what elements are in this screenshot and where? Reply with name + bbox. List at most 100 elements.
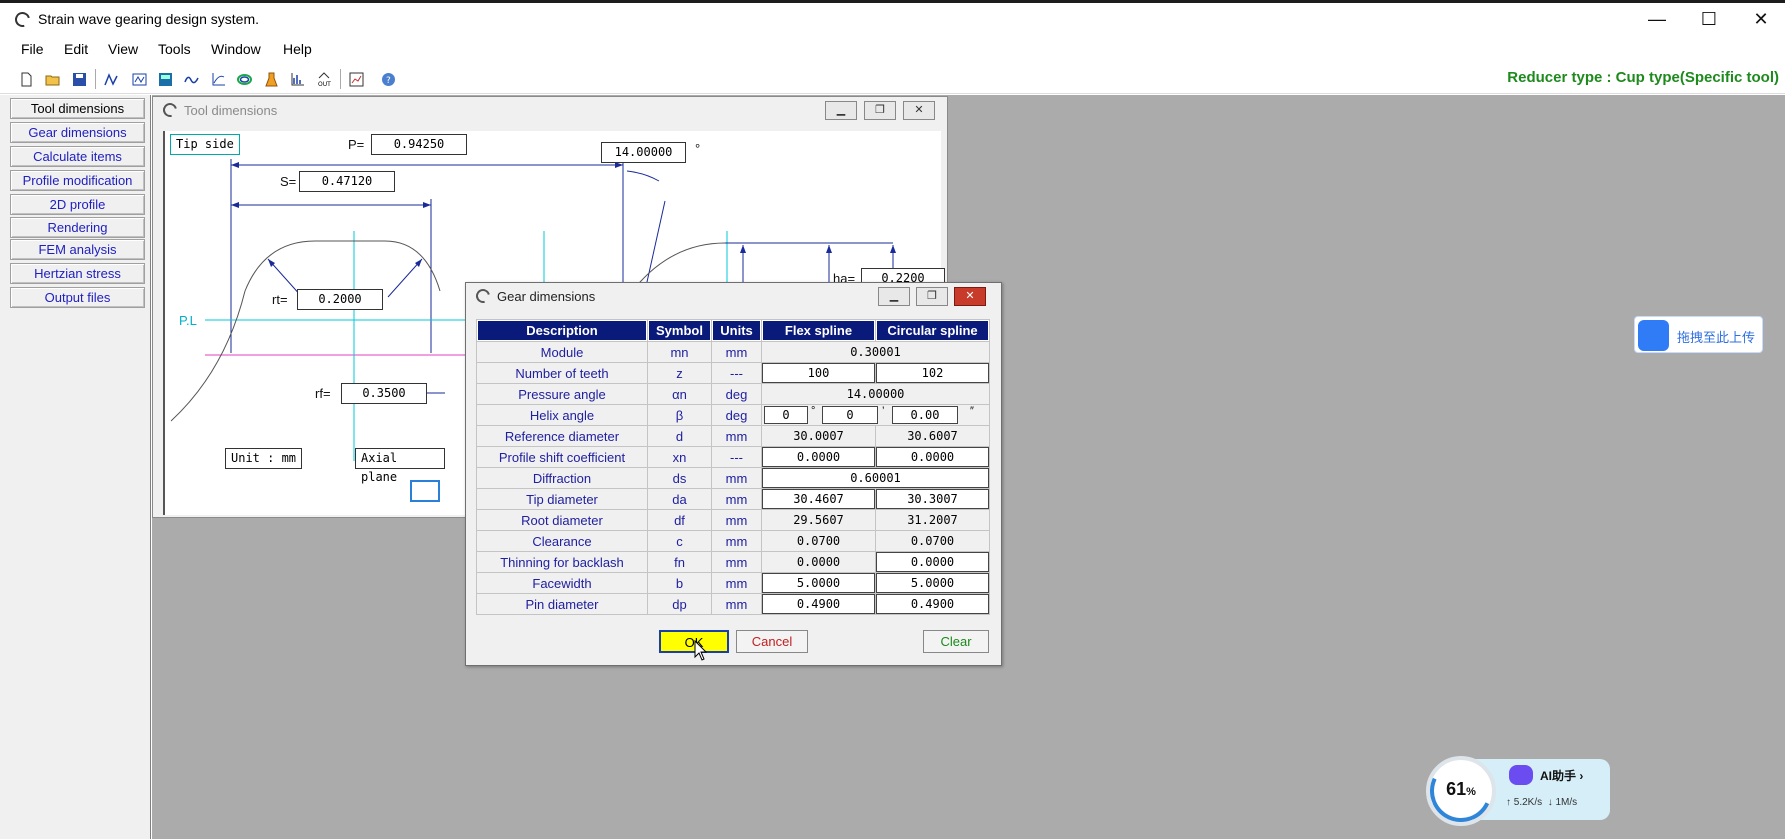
gear-dimension-icon[interactable] (129, 69, 149, 89)
flex-spline-value[interactable]: 0.4900 (762, 594, 875, 614)
alpha-field[interactable]: 14.00000 (601, 142, 686, 163)
header-symbol: Symbol (648, 320, 711, 341)
circular-spline-value[interactable]: 0.0000 (876, 447, 989, 467)
row-description: Helix angle (477, 405, 647, 425)
nav-fem-analysis[interactable]: FEM analysis (10, 239, 145, 260)
rf-label: rf= (315, 386, 331, 401)
row-value-merged: 0.30001 (762, 342, 989, 362)
nav-profile-modification[interactable]: Profile modification (10, 170, 145, 191)
help-icon[interactable]: ? (378, 69, 398, 89)
gear-window-restore[interactable]: ❐ (916, 287, 948, 306)
title-bar: Strain wave gearing design system. — ☐ ✕ (0, 3, 1785, 36)
circular-spline-value[interactable]: 102 (876, 363, 989, 383)
tool-profile-icon[interactable] (101, 69, 121, 89)
menu-help[interactable]: Help (283, 41, 312, 57)
menu-view[interactable]: View (108, 41, 138, 57)
circular-spline-value: 31.2007 (876, 510, 989, 530)
row-description: Pin diameter (477, 594, 647, 614)
table-row: Root diameter df mm 29.5607 31.2007 (477, 510, 989, 530)
reducer-type-label: Reducer type : Cup type(Specific tool) (1507, 69, 1779, 86)
hertzian-stress-icon[interactable] (287, 69, 307, 89)
row-value-merged[interactable]: 0.60001 (762, 468, 989, 488)
network-speed: ↑ 5.2K/s ↓ 1M/s (1506, 797, 1578, 808)
circular-spline-value[interactable]: 30.3007 (876, 489, 989, 509)
table-row: Profile shift coefficient xn --- 0.0000 0.00… (477, 447, 989, 467)
gear-window-close[interactable]: ✕ (954, 287, 986, 306)
menu-bar: File Edit View Tools Window Help (0, 36, 1785, 64)
tool-window-close[interactable]: ✕ (903, 101, 935, 120)
nav-gear-dimensions[interactable]: Gear dimensions (10, 122, 145, 143)
upload-drop-widget[interactable]: 拖拽至此上传 (1634, 316, 1763, 353)
helix-minutes-field[interactable]: 0 (822, 406, 878, 424)
row-symbol: d (648, 426, 711, 446)
menu-window[interactable]: Window (211, 41, 261, 57)
ai-assistant-label[interactable]: AI助手 › (1540, 767, 1583, 784)
nav-calculate-items[interactable]: Calculate items (10, 146, 145, 167)
flex-spline-value[interactable]: 0.0000 (762, 447, 875, 467)
pitch-line-label: P.L (179, 313, 197, 328)
row-symbol: xn (648, 447, 711, 467)
gear-window-minimize[interactable]: ▁ (878, 287, 910, 306)
output-files-icon[interactable]: OUT (314, 69, 334, 89)
s-label: S= (280, 174, 297, 189)
circular-spline-value[interactable]: 5.0000 (876, 573, 989, 593)
p-field[interactable]: 0.94250 (371, 134, 467, 155)
svg-text:OUT: OUT (318, 81, 331, 87)
circular-spline-value: 30.6007 (876, 426, 989, 446)
header-units: Units (712, 320, 761, 341)
flex-spline-value[interactable]: 100 (762, 363, 875, 383)
2d-profile-icon[interactable] (208, 69, 228, 89)
minimize-button[interactable]: — (1634, 3, 1680, 36)
rendering-icon[interactable] (234, 69, 254, 89)
close-button[interactable]: ✕ (1738, 3, 1784, 36)
row-symbol: da (648, 489, 711, 509)
row-unit: mm (712, 594, 761, 614)
table-row: Clearance c mm 0.0700 0.0700 (477, 531, 989, 551)
report-icon[interactable] (346, 69, 366, 89)
nav-hertzian-stress[interactable]: Hertzian stress (10, 263, 145, 284)
circular-spline-value[interactable]: 0.4900 (876, 594, 989, 614)
circular-spline-value[interactable]: 0.0000 (876, 552, 989, 572)
rf-field[interactable]: 0.3500 (341, 383, 427, 404)
row-symbol: dp (648, 594, 711, 614)
unit-label: Unit : mm (225, 448, 303, 469)
s-field[interactable]: 0.47120 (299, 171, 395, 192)
network-monitor-widget[interactable]: 61% AI助手 › ↑ 5.2K/s ↓ 1M/s (1421, 751, 1610, 831)
toolbar-separator (340, 69, 341, 89)
new-file-icon[interactable] (16, 69, 36, 89)
maximize-button[interactable]: ☐ (1686, 3, 1732, 36)
helix-degrees-field[interactable]: 0 (764, 406, 808, 424)
flex-spline-value: 0.0700 (762, 531, 875, 551)
gear-dimensions-table: Description Symbol Units Flex spline Cir… (476, 319, 990, 615)
menu-edit[interactable]: Edit (64, 41, 88, 57)
flex-spline-value[interactable]: 5.0000 (762, 573, 875, 593)
cancel-button[interactable]: Cancel (736, 630, 808, 653)
gear-dimensions-window: Gear dimensions ▁ ❐ ✕ Description Symbol… (465, 282, 1002, 666)
profile-modification-icon[interactable] (181, 69, 201, 89)
nav-rendering[interactable]: Rendering (10, 217, 145, 238)
alpha-unit: ° (695, 141, 701, 156)
menu-file[interactable]: File (21, 41, 44, 57)
row-symbol: c (648, 531, 711, 551)
fem-analysis-icon[interactable] (261, 69, 281, 89)
flex-spline-value[interactable]: 30.4607 (762, 489, 875, 509)
row-description: Diffraction (477, 468, 647, 488)
open-folder-icon[interactable] (42, 69, 62, 89)
row-symbol: ds (648, 468, 711, 488)
rt-field[interactable]: 0.2000 (297, 289, 383, 310)
tool-window-restore[interactable]: ❐ (864, 101, 896, 120)
row-symbol: df (648, 510, 711, 530)
row-unit: mm (712, 426, 761, 446)
menu-tools[interactable]: Tools (158, 41, 191, 57)
tool-window-button[interactable] (410, 480, 440, 502)
save-icon[interactable] (69, 69, 89, 89)
calculate-icon[interactable] (155, 69, 175, 89)
nav-tool-dimensions[interactable]: Tool dimensions (10, 98, 145, 119)
mouse-cursor-icon (694, 640, 708, 661)
circular-spline-value: 0.0700 (876, 531, 989, 551)
nav-2d-profile[interactable]: 2D profile (10, 194, 145, 215)
clear-button[interactable]: Clear (923, 630, 989, 653)
nav-output-files[interactable]: Output files (10, 287, 145, 308)
tool-window-minimize[interactable]: ▁ (825, 101, 857, 120)
helix-seconds-field[interactable]: 0.00 (892, 406, 958, 424)
